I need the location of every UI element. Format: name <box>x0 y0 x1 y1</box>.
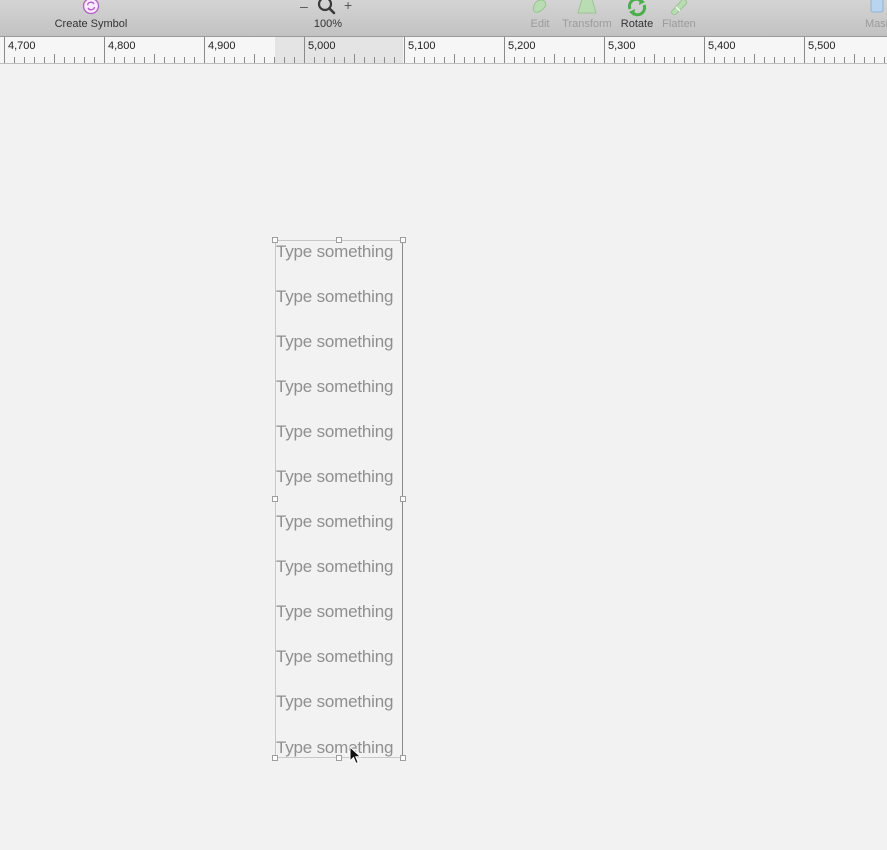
resize-handle-top-right[interactable] <box>400 237 406 243</box>
resize-handle-right[interactable] <box>400 496 406 502</box>
zoom-icon[interactable] <box>317 0 337 15</box>
resize-handle-bottom-right[interactable] <box>400 755 406 761</box>
text-line: Type something <box>276 557 394 576</box>
text-line: Type something <box>276 738 394 757</box>
zoom-in-button[interactable]: + <box>344 0 352 13</box>
transform-button[interactable]: Transform <box>560 0 614 37</box>
text-line: Type something <box>276 602 394 621</box>
zoom-out-button[interactable]: – <box>300 0 308 14</box>
ruler-label: 4,800 <box>108 40 136 52</box>
edit-label: Edit <box>530 18 550 30</box>
edit-icon <box>533 0 547 13</box>
create-symbol-icon <box>82 0 100 15</box>
zoom-control: – + 100% <box>296 0 360 37</box>
ruler-label: 4,700 <box>8 40 36 52</box>
text-line: Type something <box>276 422 394 441</box>
text-layer[interactable]: Type something Type something Type somet… <box>275 240 403 758</box>
mask-icon <box>870 0 884 13</box>
zoom-level: 100% <box>313 18 343 30</box>
rotate-icon <box>627 0 647 17</box>
flatten-button[interactable]: Flatten <box>660 0 698 37</box>
ruler-label: 5,300 <box>608 40 636 52</box>
horizontal-ruler[interactable]: 4,700 4,800 4,900 5,000 5,100 5,200 5,30… <box>0 37 887 64</box>
mouse-pointer-icon <box>349 746 362 765</box>
text-line: Type something <box>276 647 394 666</box>
resize-handle-left[interactable] <box>272 496 278 502</box>
mask-button[interactable]: Mask <box>862 0 887 37</box>
resize-handle-bottom-left[interactable] <box>272 755 278 761</box>
text-line: Type something <box>276 377 394 396</box>
text-line: Type something <box>276 242 394 261</box>
ruler-label: 5,000 <box>308 40 336 52</box>
text-line: Type something <box>276 332 394 351</box>
transform-label: Transform <box>562 18 612 30</box>
resize-handle-top-left[interactable] <box>272 237 278 243</box>
text-line: Type something <box>276 692 394 711</box>
ruler-label: 5,100 <box>408 40 436 52</box>
rotate-label: Rotate <box>620 18 654 30</box>
flatten-label: Flatten <box>662 18 696 30</box>
ruler-label: 5,500 <box>808 40 836 52</box>
edit-button[interactable]: Edit <box>524 0 556 37</box>
text-line: Type something <box>276 467 394 486</box>
create-symbol-button[interactable]: Create Symbol <box>50 0 132 37</box>
ruler-label: 5,400 <box>708 40 736 52</box>
create-symbol-label: Create Symbol <box>54 18 128 30</box>
ruler-label: 5,200 <box>508 40 536 52</box>
resize-handle-top[interactable] <box>336 237 342 243</box>
flatten-icon <box>671 0 687 15</box>
design-canvas[interactable] <box>0 64 887 850</box>
mask-label: Mask <box>865 18 887 30</box>
toolbar: Create Symbol – + 100% Edit Transform Ro… <box>0 0 887 37</box>
resize-handle-bottom[interactable] <box>336 755 342 761</box>
ruler-label: 4,900 <box>208 40 236 52</box>
transform-icon <box>577 0 597 14</box>
rotate-button[interactable]: Rotate <box>618 0 656 37</box>
text-line: Type something <box>276 287 394 306</box>
text-line: Type something <box>276 512 394 531</box>
